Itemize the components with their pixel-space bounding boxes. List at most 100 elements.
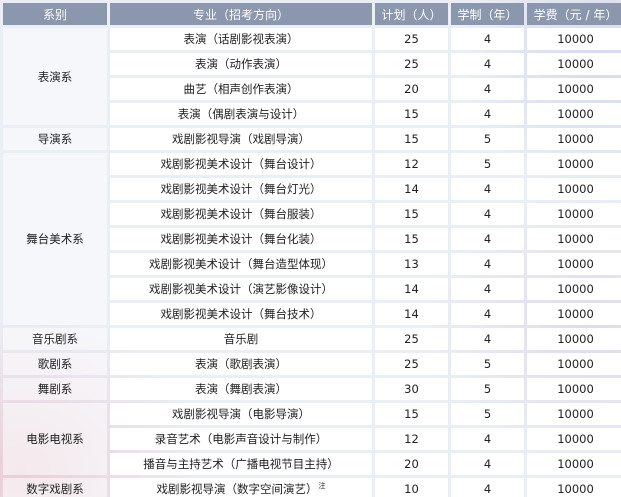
fee-cell: 10000 — [527, 103, 621, 125]
plan-cell: 15 — [375, 228, 448, 250]
major-label: 戏剧影视导演（数字空间演艺） — [156, 482, 318, 496]
major-label: 戏剧影视导演（电影导演） — [172, 407, 310, 421]
major-label: 曲艺（相声创作表演） — [183, 82, 299, 96]
years-cell: 5 — [451, 153, 524, 175]
years-cell: 4 — [451, 453, 524, 475]
years-cell: 5 — [451, 378, 524, 400]
table-row: 表演系 表演（话剧影视表演） 25 4 10000 — [3, 28, 621, 125]
dept-cell: 歌剧系 — [3, 353, 107, 375]
plan-cell: 13 — [375, 253, 448, 275]
major-label: 音乐剧 — [223, 332, 259, 346]
table-row: 数字戏剧系 戏剧影视导演（数字空间演艺）注 10 4 10000 — [3, 478, 621, 497]
fee-cell: 10000 — [527, 303, 621, 325]
plan-cell: 30 — [375, 378, 448, 400]
enrollment-plan-page: 系别 专业（招考方向） 计划（人） 学制（年） 学费（元 / 年） 表演系 表演（… — [0, 0, 621, 497]
enrollment-plan-table: 系别 专业（招考方向） 计划（人） 学制（年） 学费（元 / 年） 表演系 表演（… — [0, 0, 621, 497]
fee-cell: 10000 — [527, 403, 621, 425]
fee-cell: 10000 — [527, 378, 621, 400]
plan-cell: 15 — [375, 203, 448, 225]
table-body: 表演系 表演（话剧影视表演） 25 4 10000 表演（动作表演） 25 4 10000 曲艺（… — [3, 28, 621, 497]
years-cell: 4 — [451, 78, 524, 100]
years-cell: 4 — [451, 53, 524, 75]
plan-cell: 12 — [375, 428, 448, 450]
table-row: 舞台美术系 戏剧影视美术设计（舞台设计） 12 5 10000 — [3, 153, 621, 325]
fee-cell: 10000 — [527, 128, 621, 150]
major-cell: 戏剧影视美术设计（舞台化装） — [110, 228, 372, 250]
plan-cell: 15 — [375, 128, 448, 150]
plan-cell: 20 — [375, 453, 448, 475]
table-row: 电影电视系 戏剧影视导演（电影导演） 15 5 10000 — [3, 403, 621, 475]
major-label: 戏剧影视美术设计（舞台化装） — [160, 232, 322, 246]
major-cell: 表演（话剧影视表演） — [110, 28, 372, 50]
major-cell: 表演（偶剧表演与设计） — [110, 103, 372, 125]
table-row: 歌剧系 表演（歌剧表演） 25 5 10000 — [3, 353, 621, 375]
major-label: 戏剧影视美术设计（舞台灯光） — [160, 182, 322, 196]
fee-cell: 10000 — [527, 178, 621, 200]
major-cell: 戏剧影视美术设计（舞台灯光） — [110, 178, 372, 200]
plan-cell: 25 — [375, 328, 448, 350]
table-row: 舞剧系 表演（舞剧表演） 30 5 10000 — [3, 378, 621, 400]
years-cell: 5 — [451, 128, 524, 150]
table-header-row: 系别 专业（招考方向） 计划（人） 学制（年） 学费（元 / 年） — [3, 3, 621, 25]
years-cell: 4 — [451, 253, 524, 275]
major-cell: 戏剧影视导演（戏剧导演） — [110, 128, 372, 150]
major-label: 戏剧影视美术设计（舞台造型体现） — [149, 257, 333, 271]
dept-cell: 数字戏剧系 — [3, 478, 107, 497]
years-cell: 4 — [451, 478, 524, 497]
major-label: 戏剧影视美术设计（舞台服装） — [160, 207, 322, 221]
fee-cell: 10000 — [527, 453, 621, 475]
fee-cell: 10000 — [527, 328, 621, 350]
years-cell: 4 — [451, 28, 524, 50]
fee-cell: 10000 — [527, 428, 621, 450]
years-cell: 4 — [451, 228, 524, 250]
fee-cell: 10000 — [527, 278, 621, 300]
major-label: 表演（偶剧表演与设计） — [177, 107, 305, 121]
dept-cell: 电影电视系 — [3, 403, 107, 475]
plan-cell: 14 — [375, 303, 448, 325]
fee-cell: 10000 — [527, 478, 621, 497]
major-cell: 戏剧影视美术设计（演艺影像设计） — [110, 278, 372, 300]
plan-cell: 20 — [375, 78, 448, 100]
plan-cell: 25 — [375, 353, 448, 375]
plan-cell: 15 — [375, 403, 448, 425]
plan-cell: 14 — [375, 178, 448, 200]
plan-cell: 25 — [375, 28, 448, 50]
fee-cell: 10000 — [527, 253, 621, 275]
years-cell: 4 — [451, 328, 524, 350]
years-cell: 4 — [451, 103, 524, 125]
dept-cell: 导演系 — [3, 128, 107, 150]
header-dept: 系别 — [3, 3, 107, 25]
footnote-marker: 注 — [318, 482, 326, 491]
dept-cell: 舞剧系 — [3, 378, 107, 400]
dept-cell: 音乐剧系 — [3, 328, 107, 350]
major-cell: 音乐剧 — [110, 328, 372, 350]
years-cell: 4 — [451, 278, 524, 300]
fee-cell: 10000 — [527, 53, 621, 75]
fee-cell: 10000 — [527, 228, 621, 250]
major-cell: 表演（歌剧表演） — [110, 353, 372, 375]
major-label: 录音艺术（电影声音设计与制作） — [154, 432, 328, 446]
header-years: 学制（年） — [451, 3, 524, 25]
major-label: 表演（话剧影视表演） — [183, 32, 299, 46]
years-cell: 5 — [451, 403, 524, 425]
major-cell: 曲艺（相声创作表演） — [110, 78, 372, 100]
table-row: 音乐剧系 音乐剧 25 4 10000 — [3, 328, 621, 350]
table-row: 导演系 戏剧影视导演（戏剧导演） 15 5 10000 — [3, 128, 621, 150]
major-cell: 播音与主持艺术（广播电视节目主持） — [110, 453, 372, 475]
major-label: 戏剧影视美术设计（舞台设计） — [160, 157, 322, 171]
fee-cell: 10000 — [527, 153, 621, 175]
years-cell: 4 — [451, 178, 524, 200]
major-cell: 戏剧影视美术设计（舞台设计） — [110, 153, 372, 175]
years-cell: 4 — [451, 428, 524, 450]
major-cell: 戏剧影视导演（数字空间演艺）注 — [110, 478, 372, 497]
fee-cell: 10000 — [527, 203, 621, 225]
plan-cell: 12 — [375, 153, 448, 175]
major-label: 戏剧影视导演（戏剧导演） — [172, 132, 310, 146]
major-label: 表演（舞剧表演） — [195, 382, 287, 396]
major-label: 表演（动作表演） — [195, 57, 287, 71]
fee-cell: 10000 — [527, 353, 621, 375]
fee-cell: 10000 — [527, 78, 621, 100]
dept-cell: 舞台美术系 — [3, 153, 107, 325]
major-cell: 戏剧影视美术设计（舞台造型体现） — [110, 253, 372, 275]
header-fee: 学费（元 / 年） — [527, 3, 621, 25]
